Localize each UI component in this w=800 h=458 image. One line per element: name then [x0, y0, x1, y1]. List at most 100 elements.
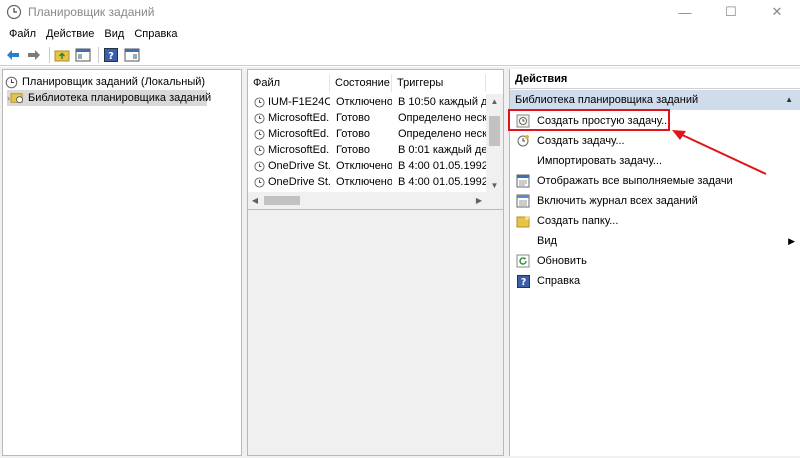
table-row[interactable]: MicrosoftEd... Готово Определено неско..… [248, 126, 486, 142]
table-row[interactable]: OneDrive St... Отключено В 4:00 01.05.19… [248, 174, 486, 190]
forward-arrow-icon[interactable] [25, 46, 43, 64]
tree-library-label: Библиотека планировщика заданий [28, 92, 212, 104]
task-clock-icon [254, 112, 265, 124]
scroll-right-arrow-icon[interactable]: ▶ [472, 192, 486, 209]
back-arrow-icon[interactable] [4, 46, 22, 64]
menu-action[interactable]: Действие [41, 28, 99, 40]
action-pane-icon[interactable] [123, 46, 141, 64]
annotation-arrow [672, 130, 767, 175]
column-header-triggers[interactable]: Триггеры [392, 74, 486, 92]
column-header-file[interactable]: Файл [248, 74, 330, 92]
task-file: IUM-F1E24C... [268, 96, 330, 108]
toolbar-separator [98, 46, 99, 63]
svg-text:?: ? [520, 277, 525, 288]
svg-text:?: ? [108, 51, 114, 62]
task-file: MicrosoftEd... [268, 128, 330, 140]
folder-clock-icon [10, 92, 24, 104]
help-icon[interactable]: ? [102, 46, 120, 64]
task-file: OneDrive St... [268, 160, 330, 172]
action-new-folder[interactable]: Создать папку... [510, 211, 800, 231]
close-button[interactable]: ✕ [754, 0, 800, 24]
table-row[interactable]: MicrosoftEd... Готово В 0:01 каждый день [248, 142, 486, 158]
task-file: MicrosoftEd... [268, 144, 330, 156]
task-file: MicrosoftEd... [268, 112, 330, 124]
table-row[interactable]: IUM-F1E24C... Отключено В 10:50 каждый д… [248, 94, 486, 110]
action-label: Создать задачу... [537, 135, 625, 147]
title-bar: Планировщик заданий — ☐ ✕ [0, 0, 800, 24]
vertical-scrollbar[interactable]: ▲ ▼ [486, 94, 503, 192]
task-clock-icon [254, 128, 265, 140]
action-label: Обновить [537, 255, 587, 267]
annotation-highlight-box [508, 109, 670, 131]
scroll-left-arrow-icon[interactable]: ◀ [248, 192, 262, 209]
console-tree: Планировщик заданий (Локальный) › Библио… [2, 69, 242, 456]
task-status: Отключено [336, 160, 392, 172]
task-scheduler-icon [5, 76, 18, 89]
refresh-icon [515, 253, 531, 269]
table-header: Файл Состояние Триггеры [248, 74, 503, 92]
action-enable-history[interactable]: Включить журнал всех заданий [510, 191, 800, 211]
actions-section-header[interactable]: Библиотека планировщика заданий ▲ [510, 90, 800, 110]
maximize-button[interactable]: ☐ [708, 0, 754, 24]
task-list-pane: Файл Состояние Триггеры IUM-F1E24C... От… [247, 69, 504, 456]
action-label: Справка [537, 275, 581, 287]
task-clock-icon [254, 160, 265, 172]
task-status: Отключено [336, 176, 392, 188]
submenu-arrow-icon: ▶ [788, 235, 795, 246]
collapse-triangle-icon[interactable]: ▲ [785, 90, 793, 110]
action-view[interactable]: Вид ▶ [510, 231, 800, 251]
menu-view[interactable]: Вид [99, 28, 129, 40]
scroll-down-arrow-icon[interactable]: ▼ [486, 178, 503, 192]
task-status: Готово [336, 144, 370, 156]
history-log-icon [515, 193, 531, 209]
help-icon: ? [515, 273, 531, 289]
new-folder-icon [515, 213, 531, 229]
horizontal-scroll-thumb[interactable] [264, 196, 300, 205]
table-row[interactable]: OneDrive St... Отключено В 4:00 01.05.19… [248, 158, 486, 174]
create-task-icon [515, 133, 531, 149]
tree-item-root[interactable]: Планировщик заданий (Локальный) [5, 74, 205, 90]
table-row[interactable]: MicrosoftEd... Готово Определено неско..… [248, 110, 486, 126]
horizontal-scrollbar[interactable]: ◀ ▶ [248, 192, 486, 209]
task-status: Отключено [336, 96, 392, 108]
task-clock-icon [254, 176, 265, 188]
task-clock-icon [254, 144, 265, 156]
window-title: Планировщик заданий [28, 5, 155, 19]
running-tasks-icon [515, 173, 531, 189]
folder-up-icon[interactable] [53, 46, 71, 64]
task-trigger: В 4:00 01.05.1992 - ч [398, 160, 486, 172]
action-label: Создать папку... [537, 215, 619, 227]
action-label: Включить журнал всех заданий [537, 195, 698, 207]
menu-help[interactable]: Справка [129, 28, 182, 40]
action-refresh[interactable]: Обновить [510, 251, 800, 271]
table-body: IUM-F1E24C... Отключено В 10:50 каждый д… [248, 94, 486, 190]
menu-file[interactable]: Файл [4, 28, 41, 40]
tree-item-library[interactable]: › Библиотека планировщика заданий [7, 90, 211, 106]
blank-icon [515, 153, 531, 169]
task-trigger: Определено неско... [398, 112, 486, 124]
task-trigger: В 10:50 каждый ден [398, 96, 486, 108]
task-status: Готово [336, 128, 370, 140]
show-hide-console-tree-icon[interactable] [74, 46, 92, 64]
scrollbar-corner [486, 192, 503, 209]
task-scheduler-app-icon [6, 4, 22, 20]
menu-bar: Файл Действие Вид Справка [0, 24, 800, 44]
task-table: Файл Состояние Триггеры IUM-F1E24C... От… [248, 70, 503, 210]
action-label: Вид [537, 235, 557, 247]
task-file: OneDrive St... [268, 176, 330, 188]
vertical-scroll-thumb[interactable] [489, 116, 500, 146]
action-help[interactable]: ? Справка [510, 271, 800, 291]
column-header-status[interactable]: Состояние [330, 74, 392, 92]
minimize-button[interactable]: — [662, 0, 708, 24]
toolbar: ? [0, 44, 800, 66]
action-label: Импортировать задачу... [537, 155, 663, 167]
actions-section-title: Библиотека планировщика заданий [515, 94, 699, 106]
toolbar-separator [49, 46, 50, 63]
task-trigger: В 4:00 01.05.1992 - ч [398, 176, 486, 188]
scroll-up-arrow-icon[interactable]: ▲ [486, 94, 503, 108]
task-trigger: Определено неско... [398, 128, 486, 140]
blank-icon [515, 233, 531, 249]
task-trigger: В 0:01 каждый день [398, 144, 486, 156]
actions-header: Действия [510, 69, 800, 89]
task-status: Готово [336, 112, 370, 124]
